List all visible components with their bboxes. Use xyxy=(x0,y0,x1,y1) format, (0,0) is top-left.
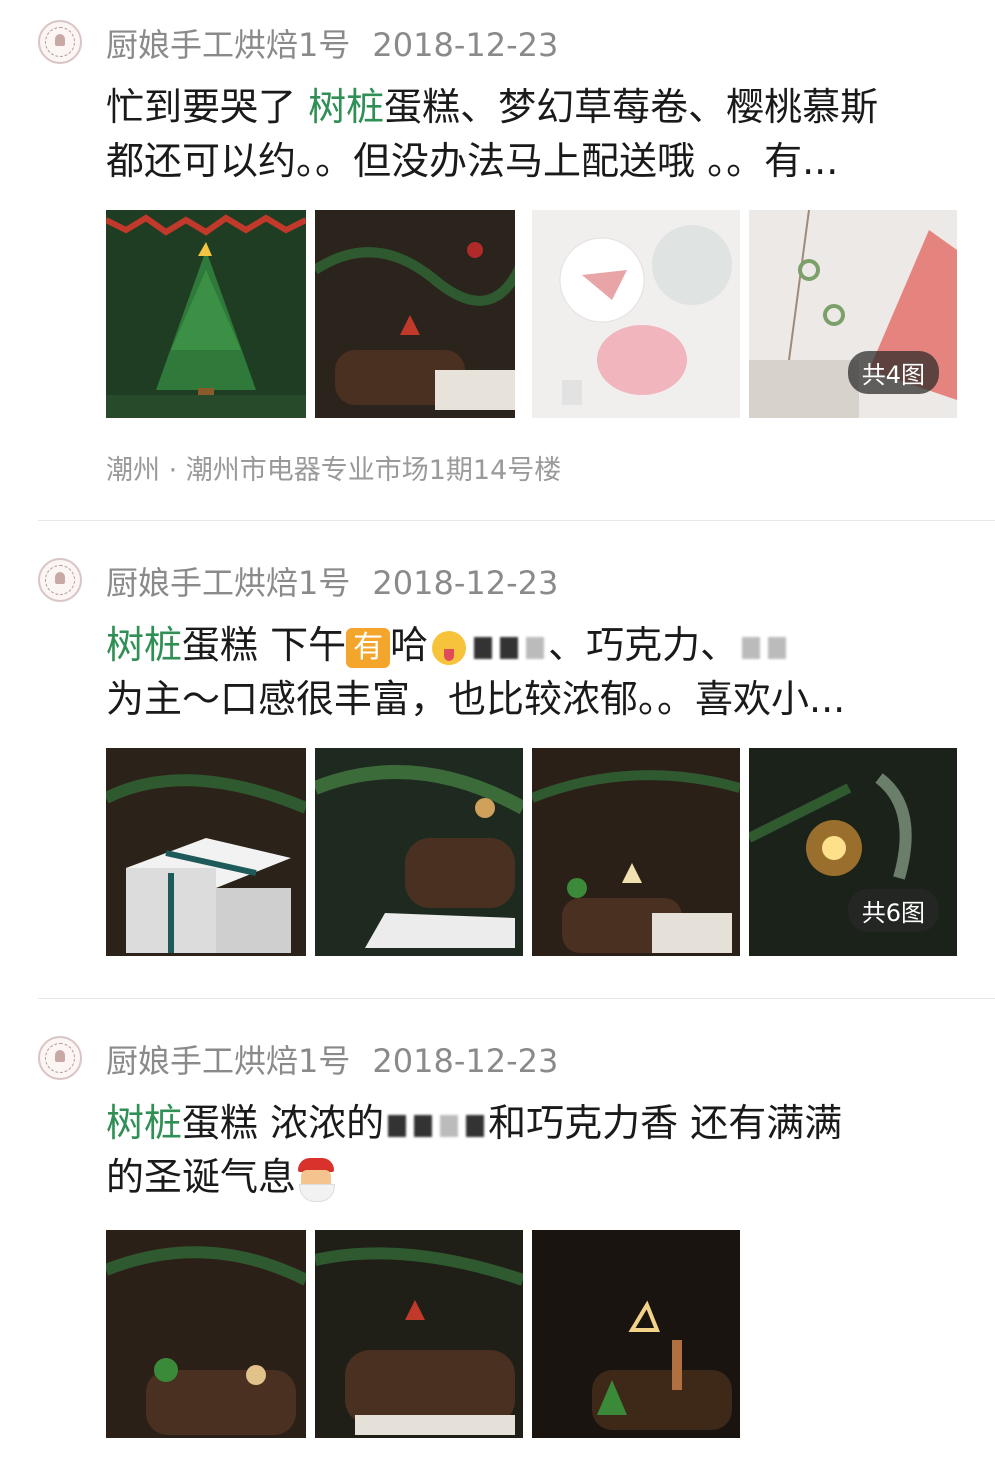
you-emoji-icon: 有 xyxy=(346,627,391,668)
photo-thumbnail[interactable] xyxy=(315,1230,523,1438)
santa-emoji-icon xyxy=(296,1157,336,1202)
divider xyxy=(38,998,995,999)
text-segment: 和巧克力香 还有满满 xyxy=(488,1101,843,1145)
redacted-text xyxy=(768,636,787,659)
hashtag-link[interactable]: 树桩 xyxy=(106,1101,182,1145)
post-text[interactable]: 忙到要哭了 树桩蛋糕、梦幻草莓卷、樱桃慕斯 都还可以约。。但没办法马上配送哦 。… xyxy=(106,80,956,188)
wink-tongue-emoji-icon xyxy=(432,630,467,665)
log-cake-image xyxy=(106,1230,306,1438)
text-line: 为主～口感很丰富，也比较浓郁。。喜欢小... xyxy=(106,677,846,721)
post-meta: 厨娘手工烘焙1号 2018-12-23 xyxy=(106,20,558,66)
author-name[interactable]: 厨娘手工烘焙1号 xyxy=(106,26,350,64)
post-date: 2018-12-23 xyxy=(372,26,559,64)
location-link[interactable]: 潮州 · 潮州市电器专业市场1期14号楼 xyxy=(106,448,561,487)
redacted-text xyxy=(414,1114,433,1137)
log-cake-image xyxy=(315,748,523,956)
log-cake-image xyxy=(315,210,515,418)
redacted-text xyxy=(388,1114,407,1137)
divider xyxy=(38,520,995,521)
text-segment: 忙到要哭了 xyxy=(106,85,309,129)
author-name[interactable]: 厨娘手工烘焙1号 xyxy=(106,564,350,602)
post-text[interactable]: 树桩蛋糕 下午有哈 、巧克力、 为主～口感很丰富，也比较浓郁。。喜欢小... xyxy=(106,618,956,726)
hashtag-link[interactable]: 树桩 xyxy=(308,85,384,129)
text-segment: 的圣诞气息 xyxy=(106,1155,297,1199)
photo-thumbnail[interactable] xyxy=(315,748,523,956)
photo-thumbnail[interactable] xyxy=(106,748,306,956)
author-name[interactable]: 厨娘手工烘焙1号 xyxy=(106,1042,350,1080)
photo-thumbnail[interactable]: 共4图 xyxy=(749,210,957,418)
post-date: 2018-12-23 xyxy=(372,1042,559,1080)
post-date: 2018-12-23 xyxy=(372,564,559,602)
photo-thumbnail[interactable] xyxy=(532,1230,740,1438)
photo-grid: 共4图 xyxy=(106,210,957,418)
christmas-tree-image xyxy=(106,210,306,418)
redacted-text xyxy=(466,1114,485,1137)
text-segment: 蛋糕、梦幻草莓卷、樱桃慕斯 xyxy=(384,85,879,129)
text-segment: 哈 xyxy=(390,623,429,667)
pink-cake-image xyxy=(532,210,740,418)
photo-count-badge: 共4图 xyxy=(847,351,939,394)
redacted-text xyxy=(526,636,545,659)
photo-thumbnail[interactable] xyxy=(532,748,740,956)
hashtag-link[interactable]: 树桩 xyxy=(106,623,182,667)
redacted-text xyxy=(742,636,761,659)
author-avatar[interactable] xyxy=(38,1036,82,1080)
text-segment: 蛋糕 下午 xyxy=(182,623,347,667)
log-cake-image xyxy=(532,1230,740,1438)
redacted-text xyxy=(500,636,519,659)
photo-thumbnail[interactable] xyxy=(106,210,306,418)
post-meta: 厨娘手工烘焙1号 2018-12-23 xyxy=(106,1036,558,1082)
post-meta: 厨娘手工烘焙1号 2018-12-23 xyxy=(106,558,558,604)
bakery-logo-icon xyxy=(45,27,75,57)
photo-thumbnail[interactable] xyxy=(106,1230,306,1438)
post-text[interactable]: 树桩蛋糕 浓浓的 和巧克力香 还有满满 的圣诞气息 xyxy=(106,1096,956,1204)
photo-grid: 共6图 xyxy=(106,748,957,956)
photo-thumbnail[interactable]: 共6图 xyxy=(749,748,957,956)
log-cake-image xyxy=(532,748,740,956)
text-segment: 蛋糕 浓浓的 xyxy=(182,1101,385,1145)
text-segment: 、巧克力、 xyxy=(548,623,739,667)
log-cake-image xyxy=(315,1230,523,1438)
photo-thumbnail[interactable] xyxy=(532,210,740,418)
author-avatar[interactable] xyxy=(38,20,82,64)
bakery-logo-icon xyxy=(45,1043,75,1073)
photo-grid xyxy=(106,1230,746,1438)
redacted-text xyxy=(474,636,493,659)
redacted-text xyxy=(440,1114,459,1137)
bakery-logo-icon xyxy=(45,565,75,595)
photo-thumbnail[interactable] xyxy=(315,210,515,418)
gift-box-image xyxy=(106,748,306,956)
author-avatar[interactable] xyxy=(38,558,82,602)
photo-count-badge: 共6图 xyxy=(847,889,939,932)
text-line: 都还可以约。。但没办法马上配送哦 。。有... xyxy=(106,139,839,183)
